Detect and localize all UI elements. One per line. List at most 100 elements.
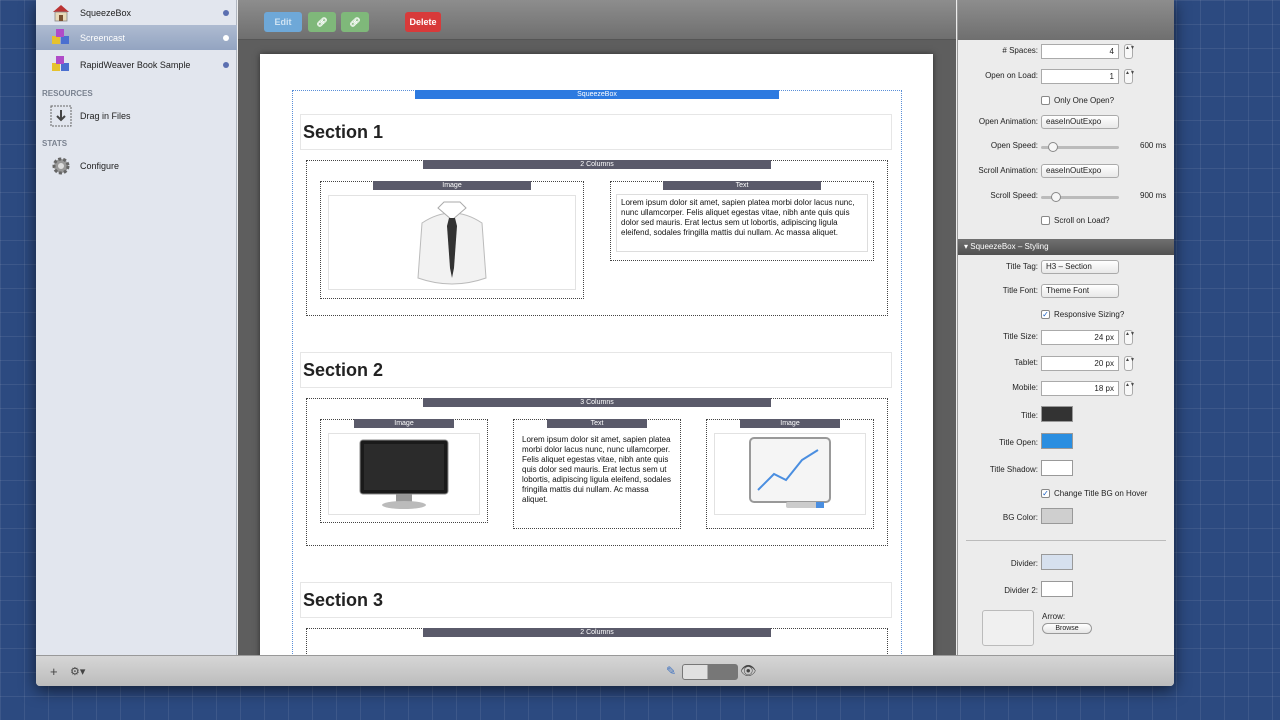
tablet-stepper[interactable]: ▲▼ bbox=[1124, 356, 1135, 371]
slider-knob[interactable] bbox=[1047, 142, 1058, 152]
stats-heading: STATS bbox=[42, 139, 68, 148]
section-title-3[interactable]: Section 3 bbox=[300, 582, 892, 618]
responsive-checkbox[interactable]: ✓ bbox=[1041, 310, 1050, 319]
gear-menu-icon[interactable]: ⚙▾ bbox=[70, 665, 85, 678]
responsive-checkbox-row[interactable]: ✓ Responsive Sizing? bbox=[1041, 310, 1124, 319]
scroll-on-load-checkbox[interactable] bbox=[1041, 216, 1050, 225]
sidebar-item-label: RapidWeaver Book Sample bbox=[80, 59, 191, 70]
divider2-color-well[interactable] bbox=[1041, 581, 1073, 597]
scroll-speed-label: Scroll Speed: bbox=[990, 191, 1038, 200]
title-color-well[interactable] bbox=[1041, 406, 1073, 422]
sidebar: SqueezeBox Screencast RapidWeaver Book S… bbox=[36, 0, 237, 655]
open-animation-select[interactable]: easeInOutExpo bbox=[1041, 115, 1119, 129]
open-on-load-label: Open on Load: bbox=[985, 71, 1038, 80]
section-title-1[interactable]: Section 1 bbox=[300, 114, 892, 150]
inspector-header bbox=[958, 0, 1174, 40]
sidebar-item-configure[interactable]: Configure bbox=[36, 153, 237, 178]
cubes-icon bbox=[50, 27, 72, 49]
resources-heading: RESOURCES bbox=[42, 89, 93, 98]
link-icon: 🔗︎ bbox=[316, 16, 328, 27]
open-on-load-field[interactable]: 1 bbox=[1041, 69, 1119, 84]
spaces-row: # Spaces: 4 ▲▼ bbox=[958, 43, 1174, 61]
title-size-row: Title Size: 24 px ▲▼ bbox=[958, 329, 1174, 347]
title-font-select[interactable]: Theme Font bbox=[1041, 284, 1119, 298]
title-size-field[interactable]: 24 px bbox=[1041, 330, 1119, 345]
mobile-stepper[interactable]: ▲▼ bbox=[1124, 381, 1135, 396]
spaces-stepper[interactable]: ▲▼ bbox=[1124, 44, 1135, 59]
divider-label: Divider: bbox=[1010, 559, 1038, 568]
eye-icon[interactable]: 👁︎ bbox=[740, 663, 757, 679]
bg-color-row: BG Color: bbox=[958, 508, 1174, 528]
change-bg-checkbox-row[interactable]: ✓ Change Title BG on Hover bbox=[1041, 489, 1147, 498]
shirt-image bbox=[328, 195, 576, 290]
responsive-label: Responsive Sizing? bbox=[1054, 310, 1125, 319]
change-bg-checkbox[interactable]: ✓ bbox=[1041, 489, 1050, 498]
sidebar-item-rapidweaver-book[interactable]: RapidWeaver Book Sample bbox=[36, 52, 237, 77]
status-dot bbox=[223, 9, 229, 16]
change-bg-label: Change Title BG on Hover bbox=[1054, 489, 1148, 498]
divider2-row: Divider 2: bbox=[958, 581, 1174, 601]
sidebar-item-squeezebox[interactable]: SqueezeBox bbox=[36, 0, 237, 25]
title-shadow-row: Title Shadow: bbox=[958, 460, 1174, 480]
sidebar-item-drag-files[interactable]: Drag in Files bbox=[36, 103, 237, 128]
house-icon bbox=[50, 2, 72, 24]
scroll-on-load-checkbox-row[interactable]: Scroll on Load? bbox=[1041, 216, 1110, 225]
image-bar: Image bbox=[373, 181, 531, 190]
only-one-open-checkbox[interactable] bbox=[1041, 96, 1050, 105]
spaces-field[interactable]: 4 bbox=[1041, 44, 1119, 59]
status-dot bbox=[223, 61, 229, 68]
title-open-color-well[interactable] bbox=[1041, 433, 1073, 449]
tablet-field[interactable]: 20 px bbox=[1041, 356, 1119, 371]
only-one-open-checkbox-row[interactable]: Only One Open? bbox=[1041, 96, 1114, 105]
mobile-field[interactable]: 18 px bbox=[1041, 381, 1119, 396]
title-color-label: Title: bbox=[1020, 411, 1038, 420]
title-tag-label: Title Tag: bbox=[1005, 262, 1038, 271]
link-button[interactable]: 🔗︎ bbox=[308, 12, 336, 32]
sidebar-item-screencast[interactable]: Screencast bbox=[36, 25, 237, 50]
open-on-load-stepper[interactable]: ▲▼ bbox=[1124, 69, 1135, 84]
scroll-animation-label: Scroll Animation: bbox=[978, 166, 1038, 175]
add-icon[interactable]: + bbox=[50, 664, 58, 679]
edit-button[interactable]: Edit bbox=[264, 12, 302, 32]
sidebar-item-label: Configure bbox=[80, 160, 120, 171]
pencil-icon[interactable]: ✎ bbox=[666, 664, 676, 678]
delete-button[interactable]: Delete bbox=[405, 12, 441, 32]
divider-color-well[interactable] bbox=[1041, 554, 1073, 570]
arrow-label: Arrow: bbox=[1042, 612, 1066, 621]
image-bar: Image bbox=[740, 419, 840, 428]
columns-bar: 2 Columns bbox=[423, 628, 771, 637]
bg-color-well[interactable] bbox=[1041, 508, 1073, 524]
arrow-image-well[interactable] bbox=[982, 610, 1034, 646]
bg-color-label: BG Color: bbox=[1002, 513, 1038, 522]
title-open-label: Title Open: bbox=[999, 438, 1038, 447]
slider-knob[interactable] bbox=[1051, 192, 1062, 202]
chart-board-image bbox=[714, 433, 866, 515]
unlink-button[interactable]: 🔗︎ bbox=[341, 12, 369, 32]
lorem-text: Lorem ipsum dolor sit amet, sapien plate… bbox=[522, 435, 671, 504]
sidebar-item-label: Screencast bbox=[80, 32, 126, 43]
title-shadow-color-well[interactable] bbox=[1041, 460, 1073, 476]
title-font-row: Title Font: Theme Font bbox=[958, 283, 1174, 301]
title-size-label: Title Size: bbox=[1003, 332, 1038, 341]
open-animation-label: Open Animation: bbox=[978, 117, 1038, 126]
page-preview: SqueezeBox Section 1 2 Columns Image Tex… bbox=[260, 54, 933, 655]
open-speed-label: Open Speed: bbox=[990, 141, 1038, 150]
open-speed-slider[interactable] bbox=[1041, 142, 1119, 152]
styling-section-header[interactable]: ▾ SqueezeBox – Styling bbox=[958, 239, 1174, 255]
spaces-label: # Spaces: bbox=[1002, 46, 1038, 55]
text-bar: Text bbox=[663, 181, 821, 190]
only-one-open-label: Only One Open? bbox=[1054, 96, 1115, 105]
image-bar: Image bbox=[354, 419, 454, 428]
edit-preview-toggle[interactable] bbox=[682, 664, 738, 680]
columns-bar: 2 Columns bbox=[423, 160, 771, 169]
lorem-text: Lorem ipsum dolor sit amet, sapien plate… bbox=[616, 194, 868, 252]
title-tag-select[interactable]: H3 – Section bbox=[1041, 260, 1119, 274]
text-bar: Text bbox=[547, 419, 647, 428]
browse-button[interactable]: Browse bbox=[1042, 623, 1092, 634]
scroll-animation-select[interactable]: easeInOutExpo bbox=[1041, 164, 1119, 178]
section-title-2[interactable]: Section 2 bbox=[300, 352, 892, 388]
scroll-speed-slider[interactable] bbox=[1041, 192, 1119, 202]
title-size-stepper[interactable]: ▲▼ bbox=[1124, 330, 1135, 345]
title-tag-row: Title Tag: H3 – Section bbox=[958, 259, 1174, 277]
tablet-row: Tablet: 20 px ▲▼ bbox=[958, 355, 1174, 373]
